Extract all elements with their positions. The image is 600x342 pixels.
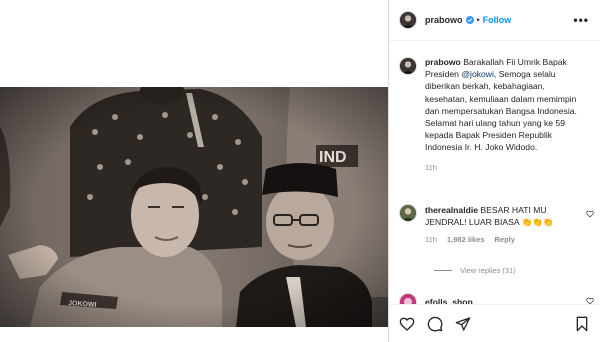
photo-image: IND JOKOWI — [0, 87, 388, 327]
view-replies-button[interactable]: View replies (31) — [434, 266, 516, 275]
post-sidebar: prabowo • Follow ••• prabowo Barakallah … — [388, 0, 600, 342]
caption-text-end: , Semoga selalu diberikan berkah, kebaha… — [425, 69, 577, 153]
comment-timestamp[interactable]: 11h — [425, 234, 437, 246]
bookmark-icon[interactable] — [575, 316, 589, 332]
caption-mention[interactable]: @jokowi — [461, 69, 494, 79]
commenter-avatar[interactable] — [399, 204, 417, 222]
caption-timestamp[interactable]: 11h — [425, 162, 585, 174]
post-header: prabowo • Follow ••• — [389, 0, 600, 41]
heart-icon[interactable] — [399, 316, 415, 332]
post-photo[interactable]: IND JOKOWI — [0, 87, 388, 327]
comment-item: efolls_shop — [399, 293, 594, 304]
caption-body: prabowo Barakallah Fii Umrik Bapak Presi… — [425, 56, 585, 174]
comment-meta: 11h 1,982 likes Reply — [425, 234, 575, 246]
more-icon[interactable]: ••• — [573, 13, 589, 27]
comment-icon[interactable] — [427, 316, 443, 332]
author-username[interactable]: prabowo — [425, 15, 463, 25]
comment-heart-icon[interactable] — [586, 297, 594, 304]
comment-item: therealnaldie BESAR HATI MU JENDRAL! LUA… — [399, 204, 594, 246]
view-replies-label: View replies (31) — [460, 266, 516, 275]
comment-likes[interactable]: 1,982 likes — [447, 234, 485, 246]
post-media: IND JOKOWI — [0, 0, 388, 342]
commenter-avatar[interactable] — [399, 293, 417, 304]
comment-username[interactable]: efolls_shop — [425, 297, 473, 304]
instagram-post: IND JOKOWI — [0, 0, 600, 342]
reply-button[interactable]: Reply — [495, 234, 515, 246]
header-separator: • — [476, 15, 480, 25]
verified-icon — [465, 16, 474, 24]
post-caption: prabowo Barakallah Fii Umrik Bapak Presi… — [399, 56, 594, 174]
replies-divider — [434, 270, 452, 271]
comments-panel[interactable]: prabowo Barakallah Fii Umrik Bapak Presi… — [389, 42, 600, 304]
comment-heart-icon[interactable] — [586, 210, 594, 218]
comment-body: therealnaldie BESAR HATI MU JENDRAL! LUA… — [425, 204, 575, 246]
caption-avatar[interactable] — [399, 57, 417, 75]
action-bar — [389, 304, 600, 342]
follow-button[interactable]: Follow — [483, 15, 512, 25]
caption-username[interactable]: prabowo — [425, 57, 461, 67]
author-avatar[interactable] — [399, 11, 417, 29]
comment-username[interactable]: therealnaldie — [425, 205, 478, 215]
share-icon[interactable] — [455, 316, 471, 332]
